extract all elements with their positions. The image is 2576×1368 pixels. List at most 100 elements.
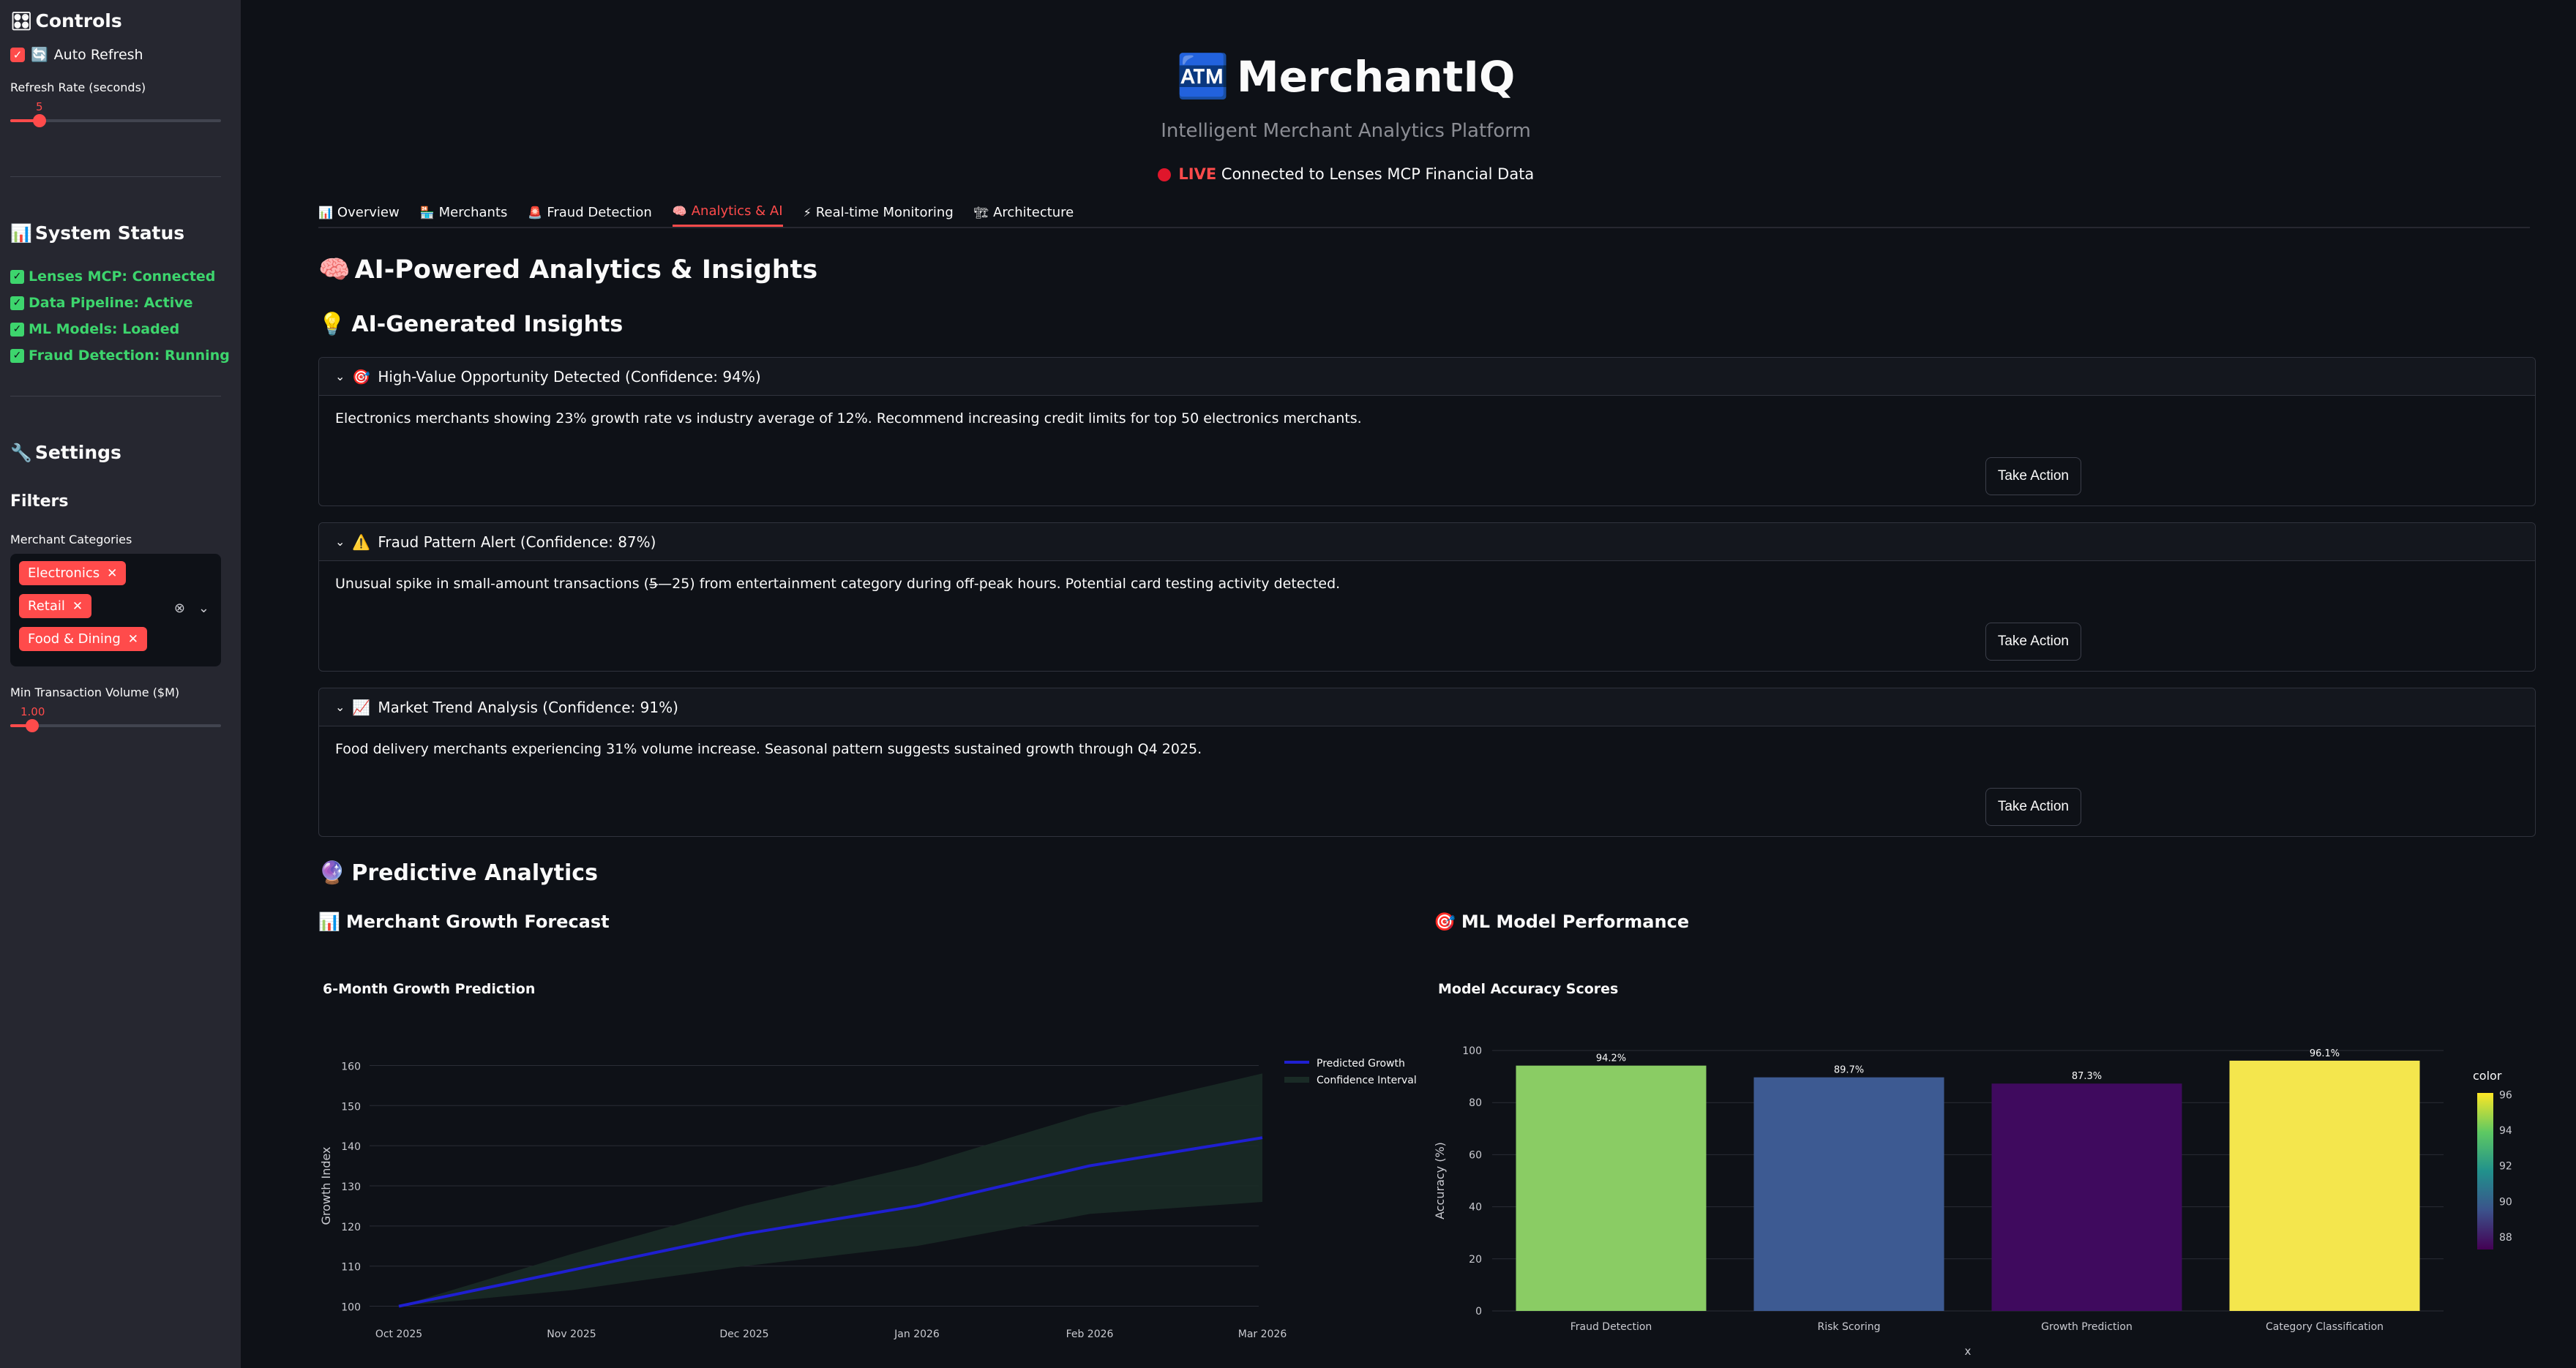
chart-icon: 📊 xyxy=(318,205,333,219)
insights-heading: 💡 AI-Generated Insights xyxy=(318,312,623,337)
status-text: ML Models: Loaded xyxy=(29,321,180,337)
take-action-button[interactable]: Take Action xyxy=(1985,788,2081,826)
y-tick-label: 140 xyxy=(341,1141,361,1153)
bar-data-label: 87.3% xyxy=(2072,1071,2102,1082)
target-icon: 🎯 xyxy=(1434,912,1456,932)
legend-label: Predicted Growth xyxy=(1317,1058,1405,1070)
y-tick-label: 150 xyxy=(341,1101,361,1113)
bar xyxy=(1991,1083,2182,1311)
legend-label: Confidence Interval xyxy=(1317,1075,1416,1086)
bar xyxy=(1753,1077,1944,1311)
tab-label: Fraud Detection xyxy=(547,204,652,220)
chart-title: 6-Month Growth Prediction xyxy=(323,981,535,997)
tab-label: Merchants xyxy=(438,204,508,220)
tab-fraud-detection[interactable]: 🚨 Fraud Detection xyxy=(528,198,651,227)
slider-thumb[interactable] xyxy=(33,114,46,127)
check-mark-icon: ✓ xyxy=(10,296,24,310)
category-tag[interactable]: Food & Dining ✕ xyxy=(19,627,147,651)
category-tag[interactable]: Retail ✕ xyxy=(19,594,92,618)
growth-forecast-chart[interactable]: 6-Month Growth Prediction 100 110 120 130 140… xyxy=(318,973,1416,1368)
refresh-rate-label: Refresh Rate (seconds) xyxy=(10,80,146,94)
insight-title: High-Value Opportunity Detected (Confide… xyxy=(378,367,761,386)
y-tick-label: 120 xyxy=(341,1222,361,1233)
x-tick-label: Growth Prediction xyxy=(2041,1321,2133,1333)
y-tick-label: 0 xyxy=(1475,1306,1482,1318)
bolt-icon: ⚡ xyxy=(803,205,812,219)
clear-all-icon[interactable]: ⊗ xyxy=(174,601,185,616)
model-accuracy-chart[interactable]: Model Accuracy Scores 0 20 40 60 80 100 Accurac… xyxy=(1434,973,2531,1368)
control-knobs-icon: 🎛 xyxy=(10,10,33,31)
tag-label: Retail xyxy=(28,598,65,614)
merchant-categories-label: Merchant Categories xyxy=(10,533,132,546)
tag-label: Electronics xyxy=(28,565,100,581)
remove-tag-icon[interactable]: ✕ xyxy=(107,566,117,581)
y-tick-label: 130 xyxy=(341,1181,361,1193)
chart-title: Model Accuracy Scores xyxy=(1438,981,1618,997)
chevron-down-icon[interactable]: ⌄ xyxy=(335,700,345,714)
divider xyxy=(10,396,221,397)
y-tick-label: 20 xyxy=(1469,1254,1482,1266)
lightbulb-icon: 💡 xyxy=(318,312,346,337)
take-action-button[interactable]: Take Action xyxy=(1985,623,2081,661)
x-tick-label: Oct 2025 xyxy=(375,1328,422,1340)
y-tick-label: 160 xyxy=(341,1061,361,1072)
min-volume-label: Min Transaction Volume ($M) xyxy=(10,685,180,699)
x-tick-label: Feb 2026 xyxy=(1066,1328,1114,1340)
ml-heading-text: ML Model Performance xyxy=(1461,912,1690,932)
category-tag[interactable]: Electronics ✕ xyxy=(19,561,127,585)
store-icon: 🏪 xyxy=(419,205,435,219)
insights-heading-text: AI-Generated Insights xyxy=(351,312,624,337)
chevron-down-icon[interactable]: ⌄ xyxy=(198,601,209,616)
checkbox-checked-icon[interactable]: ✓ xyxy=(10,47,25,62)
controls-title: Controls xyxy=(35,10,122,31)
slider-value: 1.00 xyxy=(20,705,45,718)
expander-header[interactable]: ⌄ 📈 Market Trend Analysis (Confidence: 91%… xyxy=(319,688,2535,726)
chevron-down-icon[interactable]: ⌄ xyxy=(335,369,345,383)
siren-icon: 🚨 xyxy=(528,205,543,219)
insight-title: Market Trend Analysis (Confidence: 91%) xyxy=(378,698,678,716)
remove-tag-icon[interactable]: ✕ xyxy=(128,632,138,647)
tab-real-time-monitoring[interactable]: ⚡ Real-time Monitoring xyxy=(804,198,954,227)
settings-heading: 🔧 Settings xyxy=(10,442,231,463)
tab-bar: 📊 Overview 🏪 Merchants 🚨 Fraud Detection 🧠 Anal… xyxy=(318,198,2530,228)
x-tick-label: Fraud Detection xyxy=(1570,1321,1652,1333)
app-subtitle: Intelligent Merchant Analytics Platform xyxy=(1161,120,1531,142)
insight-text: Unusual spike in small-amount transactio… xyxy=(335,576,1341,592)
insight-title: Fraud Pattern Alert (Confidence: 87%) xyxy=(378,533,656,551)
live-text: Connected to Lenses MCP Financial Data xyxy=(1221,165,1535,183)
expander-header[interactable]: ⌄ 🎯 High-Value Opportunity Detected (Confi… xyxy=(319,358,2535,396)
chevron-down-icon[interactable]: ⌄ xyxy=(335,535,345,549)
red-circle-icon xyxy=(1157,168,1171,181)
take-action-button[interactable]: Take Action xyxy=(1985,457,2081,495)
forecast-heading-text: Merchant Growth Forecast xyxy=(345,912,610,932)
min-volume-slider[interactable]: 1.00 xyxy=(10,705,221,733)
y-tick-label: 100 xyxy=(341,1302,361,1314)
insight-expander: ⌄ 📈 Market Trend Analysis (Confidence: 91%… xyxy=(318,688,2536,837)
tab-merchants[interactable]: 🏪 Merchants xyxy=(420,198,508,227)
slider-track xyxy=(10,724,221,727)
tab-overview[interactable]: 📊 Overview xyxy=(318,198,400,227)
auto-refresh-checkbox[interactable]: ✓ 🔄 Auto Refresh xyxy=(10,46,231,63)
tag-label: Food & Dining xyxy=(28,631,121,647)
status-text: Data Pipeline: Active xyxy=(29,295,193,311)
atm-icon: 🏧 xyxy=(1176,51,1229,101)
slider-value: 5 xyxy=(36,100,43,113)
remove-tag-icon[interactable]: ✕ xyxy=(72,599,83,614)
merchant-categories-multiselect[interactable]: Electronics ✕ Retail ✕ Food & Dining ✕ ⊗ ⌄ xyxy=(10,554,221,666)
expander-header[interactable]: ⌄ ⚠️ Fraud Pattern Alert (Confidence: 87%) xyxy=(319,523,2535,561)
tab-analytics-ai[interactable]: 🧠 Analytics & AI xyxy=(672,198,783,227)
y-tick-label: 80 xyxy=(1469,1097,1482,1109)
refresh-rate-slider[interactable]: 5 xyxy=(10,100,221,128)
slider-thumb[interactable] xyxy=(26,719,39,732)
insight-expander: ⌄ 🎯 High-Value Opportunity Detected (Confi… xyxy=(318,357,2536,506)
predictive-heading-text: Predictive Analytics xyxy=(351,860,598,886)
expander-body: Unusual spike in small-amount transactio… xyxy=(319,561,2535,671)
ml-heading: 🎯 ML Model Performance xyxy=(1434,912,1689,932)
filters-title: Filters xyxy=(10,492,69,511)
insight-expander: ⌄ ⚠️ Fraud Pattern Alert (Confidence: 87%)… xyxy=(318,522,2536,672)
trend-icon: 📈 xyxy=(352,698,371,716)
tab-architecture[interactable]: 🏗 Architecture xyxy=(974,198,1074,227)
status-item: ✓ Lenses MCP: Connected xyxy=(10,268,231,285)
colorbar-title: color xyxy=(2473,1069,2502,1083)
y-tick-label: 60 xyxy=(1469,1149,1482,1161)
